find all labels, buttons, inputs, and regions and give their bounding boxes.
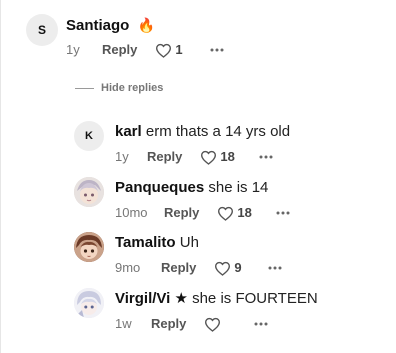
comment-time: 10mo [115, 205, 148, 220]
comment-time: 9mo [115, 260, 141, 275]
comment-time: 1y [115, 149, 129, 164]
comment-text: she is 14 [208, 179, 269, 196]
like-button[interactable]: 9 [214, 260, 242, 276]
reply-virgil: Virgil/Vi ★ she is FOURTEEN 1w Reply [74, 288, 318, 332]
like-count: 18 [220, 149, 235, 164]
avatar-picture-icon [74, 288, 104, 318]
like-count: 1 [175, 42, 183, 57]
comment-author[interactable]: Tamalito [115, 234, 176, 251]
avatar[interactable]: K [74, 121, 104, 151]
more-options-button[interactable] [254, 322, 268, 326]
avatar-initial: S [37, 23, 46, 37]
like-button[interactable]: 1 [155, 42, 183, 58]
avatar-image[interactable] [74, 177, 104, 207]
more-options-button[interactable] [210, 48, 224, 52]
comment-author[interactable]: Virgil/Vi ★ [115, 290, 188, 307]
avatar-initial: K [85, 130, 93, 142]
reply-tamalito: Tamalito Uh 9mo Reply 9 [74, 232, 282, 276]
reply-button[interactable]: Reply [151, 316, 186, 332]
more-options-button[interactable] [276, 211, 290, 215]
avatar-image[interactable] [74, 232, 104, 262]
ellipsis-icon [210, 48, 224, 52]
avatar-picture-icon [74, 232, 104, 262]
heart-icon [218, 206, 234, 221]
more-options-button[interactable] [268, 266, 282, 270]
comment-author[interactable]: Santiago [66, 17, 129, 34]
more-options-button[interactable] [259, 155, 273, 159]
reply-button[interactable]: Reply [102, 42, 137, 58]
comment-time: 1w [115, 316, 132, 331]
like-count: 9 [234, 260, 242, 275]
heart-icon [156, 43, 172, 58]
like-count: 18 [237, 205, 252, 220]
comment-author[interactable]: Panqueques [115, 179, 204, 196]
comment-text: Uh [179, 234, 199, 251]
fire-emoji: 🔥 [137, 17, 155, 33]
ellipsis-icon [254, 322, 268, 326]
heart-icon [205, 317, 221, 332]
ellipsis-icon [259, 155, 273, 159]
reply-button[interactable]: Reply [147, 149, 182, 165]
avatar[interactable]: S [26, 14, 58, 46]
like-button[interactable] [204, 317, 224, 332]
hide-replies-label: Hide replies [101, 82, 164, 94]
avatar-picture-icon [74, 177, 104, 207]
comment-text: she is FOURTEEN [192, 290, 318, 307]
ellipsis-icon [276, 211, 290, 215]
avatar-image[interactable] [74, 288, 104, 318]
comment-time: 1y [66, 42, 80, 57]
reply-karl: K karl erm thats a 14 yrs old 1y Reply 1… [74, 121, 290, 165]
comment-santiago: S Santiago 🔥 1y Reply 1 [26, 14, 224, 58]
heart-icon [215, 261, 231, 276]
like-button[interactable]: 18 [217, 205, 252, 221]
reply-button[interactable]: Reply [161, 260, 196, 276]
panel-left-border [0, 0, 1, 353]
comment-author[interactable]: karl [115, 123, 142, 140]
comment-text: erm thats a 14 yrs old [145, 123, 291, 140]
hide-replies-button[interactable]: Hide replies [75, 82, 163, 94]
like-button[interactable]: 18 [200, 149, 235, 165]
hide-replies-rule [75, 87, 94, 89]
reply-button[interactable]: Reply [164, 205, 199, 221]
heart-icon [201, 150, 217, 165]
reply-panqueques: Panqueques she is 14 10mo Reply 18 [74, 177, 290, 221]
ellipsis-icon [268, 266, 282, 270]
